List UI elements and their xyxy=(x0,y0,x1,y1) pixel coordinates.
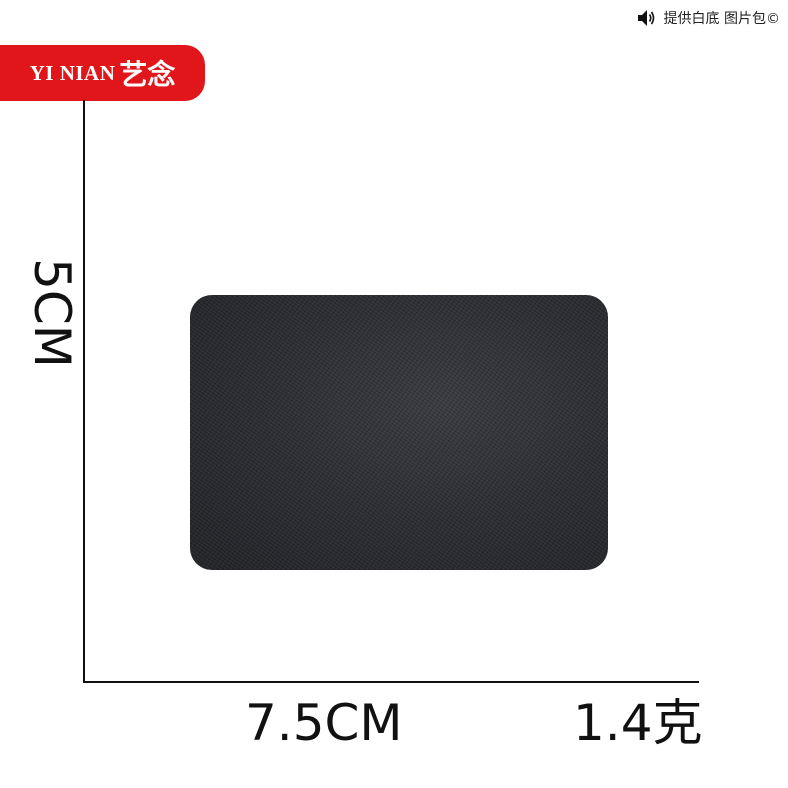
denim-patch-image xyxy=(190,295,608,570)
brand-cjk-name: 艺念 xyxy=(119,58,176,91)
brand-latin-name: YI NIAN xyxy=(29,60,116,85)
speaker-icon xyxy=(636,8,658,28)
watermark: 提供白底 图片包© xyxy=(636,8,780,28)
brand-badge: YI NIAN 艺念 xyxy=(0,45,205,101)
weight-label: 1.4克 xyxy=(573,694,703,752)
width-dimension-line xyxy=(83,681,699,683)
width-label: 7.5CM xyxy=(245,694,403,752)
height-dimension-line xyxy=(83,100,85,683)
height-label: 5CM xyxy=(23,258,81,368)
watermark-text: 提供白底 图片包© xyxy=(663,11,780,27)
